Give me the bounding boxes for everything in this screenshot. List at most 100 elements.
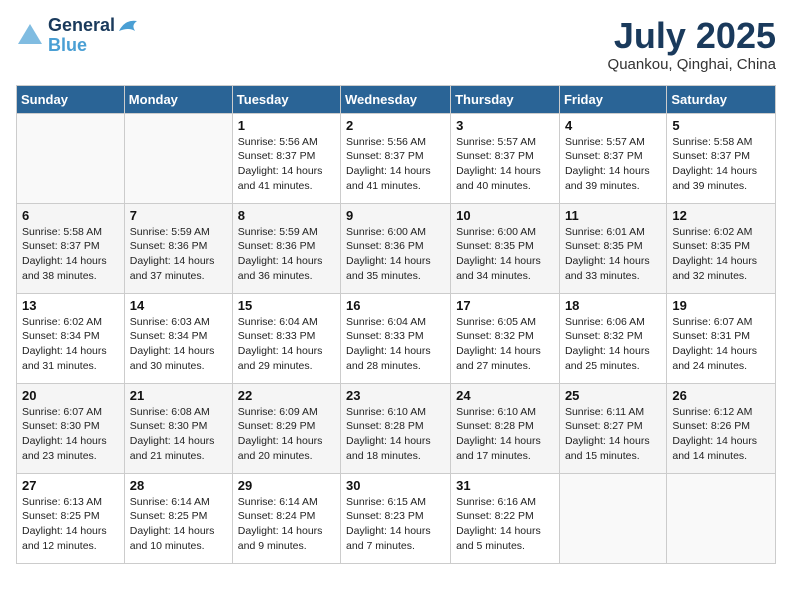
calendar-cell: 5 Sunrise: 5:58 AMSunset: 8:37 PMDaylight…	[667, 113, 776, 203]
location-text: Quankou, Qinghai, China	[608, 56, 776, 73]
calendar-cell: 9 Sunrise: 6:00 AMSunset: 8:36 PMDaylight…	[341, 203, 451, 293]
day-info: Sunrise: 6:13 AMSunset: 8:25 PMDaylight:…	[22, 495, 119, 554]
calendar-cell: 20Sunrise: 6:07 AMSunset: 8:30 PMDayligh…	[17, 383, 125, 473]
day-info: Sunrise: 5:59 AMSunset: 8:36 PMDaylight:…	[130, 225, 227, 284]
calendar-cell: 24 Sunrise: 6:10 AMSunset: 8:28 PMDayligh…	[451, 383, 560, 473]
calendar-cell	[124, 113, 232, 203]
day-info: Sunrise: 6:00 AMSunset: 8:36 PMDaylight:…	[346, 225, 445, 284]
day-number: 30	[346, 478, 445, 493]
day-info: Sunrise: 5:57 AMSunset: 8:37 PMDaylight:…	[565, 135, 661, 194]
day-info: Sunrise: 6:09 AMSunset: 8:29 PMDaylight:…	[238, 405, 335, 464]
weekday-header: Wednesday	[341, 85, 451, 113]
calendar-week-row: 13 Sunrise: 6:02 AMSunset: 8:34 PMDayligh…	[17, 293, 776, 383]
logo-bird-icon	[117, 17, 139, 35]
day-number: 14	[130, 298, 227, 313]
day-number: 31	[456, 478, 554, 493]
day-number: 23	[346, 388, 445, 403]
calendar-cell: 29Sunrise: 6:14 AMSunset: 8:24 PMDayligh…	[232, 473, 340, 563]
calendar-week-row: 27 Sunrise: 6:13 AMSunset: 8:25 PMDayligh…	[17, 473, 776, 563]
day-info: Sunrise: 6:00 AMSunset: 8:35 PMDaylight:…	[456, 225, 554, 284]
day-number: 2	[346, 118, 445, 133]
day-number: 7	[130, 208, 227, 223]
calendar-cell: 21 Sunrise: 6:08 AMSunset: 8:30 PMDayligh…	[124, 383, 232, 473]
day-number: 26	[672, 388, 770, 403]
day-info: Sunrise: 6:10 AMSunset: 8:28 PMDaylight:…	[346, 405, 445, 464]
calendar-cell: 1 Sunrise: 5:56 AMSunset: 8:37 PMDaylight…	[232, 113, 340, 203]
calendar-cell: 19Sunrise: 6:07 AMSunset: 8:31 PMDayligh…	[667, 293, 776, 383]
calendar-week-row: 1 Sunrise: 5:56 AMSunset: 8:37 PMDaylight…	[17, 113, 776, 203]
day-number: 20	[22, 388, 119, 403]
day-info: Sunrise: 6:03 AMSunset: 8:34 PMDaylight:…	[130, 315, 227, 374]
logo-blue-text: Blue	[48, 36, 139, 56]
calendar-cell: 26 Sunrise: 6:12 AMSunset: 8:26 PMDayligh…	[667, 383, 776, 473]
day-info: Sunrise: 6:12 AMSunset: 8:26 PMDaylight:…	[672, 405, 770, 464]
day-number: 27	[22, 478, 119, 493]
day-info: Sunrise: 6:16 AMSunset: 8:22 PMDaylight:…	[456, 495, 554, 554]
title-block: July 2025 Quankou, Qinghai, China	[608, 16, 776, 73]
calendar-cell: 27 Sunrise: 6:13 AMSunset: 8:25 PMDayligh…	[17, 473, 125, 563]
calendar-cell: 31 Sunrise: 6:16 AMSunset: 8:22 PMDayligh…	[451, 473, 560, 563]
day-info: Sunrise: 5:58 AMSunset: 8:37 PMDaylight:…	[22, 225, 119, 284]
day-number: 13	[22, 298, 119, 313]
day-number: 6	[22, 208, 119, 223]
day-number: 10	[456, 208, 554, 223]
weekday-header: Thursday	[451, 85, 560, 113]
page-header: General Blue July 2025 Quankou, Qinghai,…	[16, 16, 776, 73]
month-title: July 2025	[608, 16, 776, 56]
calendar-table: SundayMondayTuesdayWednesdayThursdayFrid…	[16, 85, 776, 564]
calendar-cell: 11Sunrise: 6:01 AMSunset: 8:35 PMDayligh…	[559, 203, 666, 293]
logo: General Blue	[16, 16, 139, 56]
calendar-cell: 30 Sunrise: 6:15 AMSunset: 8:23 PMDayligh…	[341, 473, 451, 563]
calendar-cell: 8 Sunrise: 5:59 AMSunset: 8:36 PMDaylight…	[232, 203, 340, 293]
calendar-cell	[559, 473, 666, 563]
calendar-cell: 23 Sunrise: 6:10 AMSunset: 8:28 PMDayligh…	[341, 383, 451, 473]
day-number: 8	[238, 208, 335, 223]
day-info: Sunrise: 5:56 AMSunset: 8:37 PMDaylight:…	[238, 135, 335, 194]
day-info: Sunrise: 5:56 AMSunset: 8:37 PMDaylight:…	[346, 135, 445, 194]
day-number: 5	[672, 118, 770, 133]
calendar-cell: 15 Sunrise: 6:04 AMSunset: 8:33 PMDayligh…	[232, 293, 340, 383]
calendar-cell: 10 Sunrise: 6:00 AMSunset: 8:35 PMDayligh…	[451, 203, 560, 293]
day-number: 9	[346, 208, 445, 223]
day-info: Sunrise: 6:15 AMSunset: 8:23 PMDaylight:…	[346, 495, 445, 554]
day-number: 25	[565, 388, 661, 403]
calendar-week-row: 6 Sunrise: 5:58 AMSunset: 8:37 PMDaylight…	[17, 203, 776, 293]
day-info: Sunrise: 6:02 AMSunset: 8:35 PMDaylight:…	[672, 225, 770, 284]
day-info: Sunrise: 6:02 AMSunset: 8:34 PMDaylight:…	[22, 315, 119, 374]
day-info: Sunrise: 6:04 AMSunset: 8:33 PMDaylight:…	[238, 315, 335, 374]
logo-text: General	[48, 16, 139, 36]
day-number: 4	[565, 118, 661, 133]
weekday-header: Saturday	[667, 85, 776, 113]
day-info: Sunrise: 5:58 AMSunset: 8:37 PMDaylight:…	[672, 135, 770, 194]
day-number: 21	[130, 388, 227, 403]
day-number: 28	[130, 478, 227, 493]
weekday-header: Sunday	[17, 85, 125, 113]
calendar-week-row: 20Sunrise: 6:07 AMSunset: 8:30 PMDayligh…	[17, 383, 776, 473]
day-info: Sunrise: 6:07 AMSunset: 8:31 PMDaylight:…	[672, 315, 770, 374]
day-info: Sunrise: 6:08 AMSunset: 8:30 PMDaylight:…	[130, 405, 227, 464]
day-number: 12	[672, 208, 770, 223]
weekday-header: Monday	[124, 85, 232, 113]
day-number: 22	[238, 388, 335, 403]
day-info: Sunrise: 6:14 AMSunset: 8:24 PMDaylight:…	[238, 495, 335, 554]
calendar-cell: 4 Sunrise: 5:57 AMSunset: 8:37 PMDaylight…	[559, 113, 666, 203]
day-info: Sunrise: 6:05 AMSunset: 8:32 PMDaylight:…	[456, 315, 554, 374]
day-info: Sunrise: 5:59 AMSunset: 8:36 PMDaylight:…	[238, 225, 335, 284]
day-number: 15	[238, 298, 335, 313]
calendar-cell: 25 Sunrise: 6:11 AMSunset: 8:27 PMDayligh…	[559, 383, 666, 473]
calendar-cell: 28Sunrise: 6:14 AMSunset: 8:25 PMDayligh…	[124, 473, 232, 563]
calendar-cell: 18Sunrise: 6:06 AMSunset: 8:32 PMDayligh…	[559, 293, 666, 383]
day-info: Sunrise: 6:04 AMSunset: 8:33 PMDaylight:…	[346, 315, 445, 374]
calendar-cell: 2 Sunrise: 5:56 AMSunset: 8:37 PMDaylight…	[341, 113, 451, 203]
calendar-cell	[667, 473, 776, 563]
day-number: 1	[238, 118, 335, 133]
day-info: Sunrise: 5:57 AMSunset: 8:37 PMDaylight:…	[456, 135, 554, 194]
day-info: Sunrise: 6:10 AMSunset: 8:28 PMDaylight:…	[456, 405, 554, 464]
day-info: Sunrise: 6:11 AMSunset: 8:27 PMDaylight:…	[565, 405, 661, 464]
calendar-cell	[17, 113, 125, 203]
calendar-cell: 14 Sunrise: 6:03 AMSunset: 8:34 PMDayligh…	[124, 293, 232, 383]
day-number: 24	[456, 388, 554, 403]
logo-icon	[16, 22, 44, 50]
day-number: 16	[346, 298, 445, 313]
day-number: 17	[456, 298, 554, 313]
